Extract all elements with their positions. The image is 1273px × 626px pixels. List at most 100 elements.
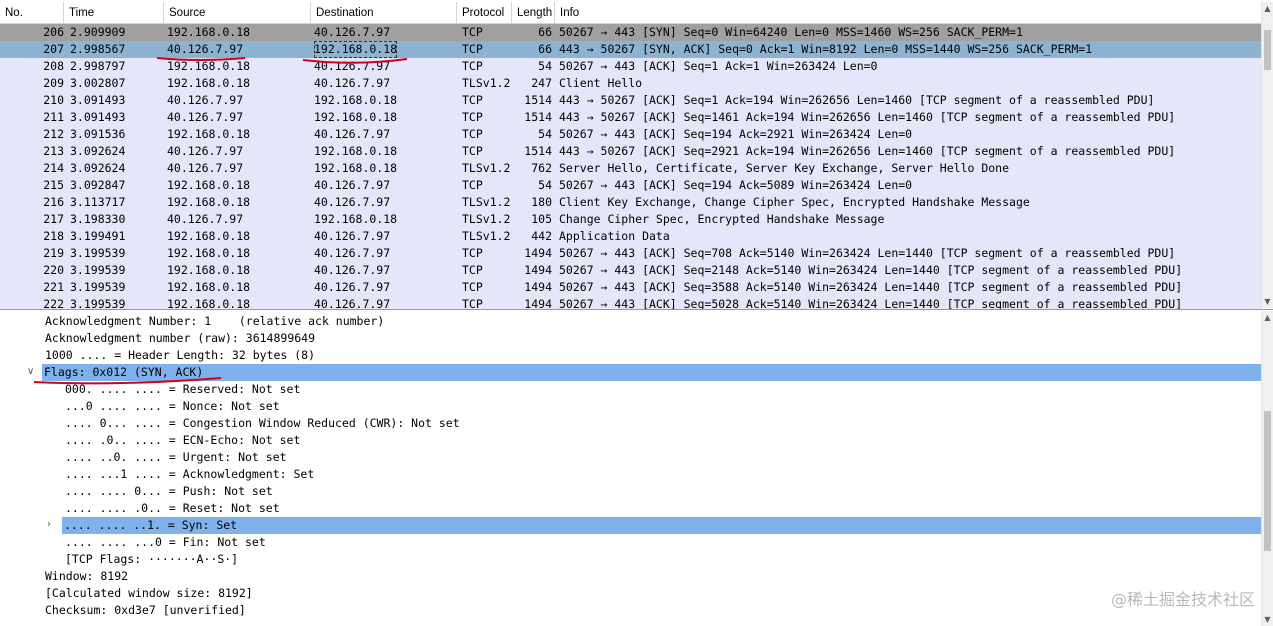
detail-line-text: 000. .... .... = Reserved: Not set xyxy=(65,382,301,396)
detail-line-text: .... .0.. .... = ECN-Echo: Not set xyxy=(65,433,301,447)
collapse-chevron-right-icon[interactable]: › xyxy=(47,519,51,530)
packet-row[interactable]: 209 3.002807 192.168.0.18 40.126.7.97 TLSv1.… xyxy=(0,75,1262,92)
column-header-no[interactable]: No. xyxy=(0,2,64,23)
packet-detail-pane[interactable]: Acknowledgment Number: 1 (relative ack n… xyxy=(0,311,1273,626)
packet-no: 210 xyxy=(43,93,64,107)
detail-line-text: .... .... ..1. = Syn: Set xyxy=(64,518,238,532)
scroll-down-arrow-icon[interactable]: ▼ xyxy=(1263,615,1272,624)
packet-list-scrollbar[interactable]: ▲ ▼ xyxy=(1261,2,1273,308)
packet-length: 66 xyxy=(538,25,552,39)
detail-line[interactable]: [TCP Flags: ·······A··S·] xyxy=(63,551,238,568)
detail-line-text: [Calculated window size: 8192] xyxy=(45,586,253,600)
column-header-source[interactable]: Source xyxy=(164,2,311,23)
packet-time: 3.199491 xyxy=(70,229,126,243)
packet-row[interactable]: 211 3.091493 40.126.7.97 192.168.0.18 TCP 151… xyxy=(0,109,1262,126)
detail-line[interactable]: Acknowledgment Number: 1 (relative ack n… xyxy=(43,313,384,330)
packet-destination: 192.168.0.18 xyxy=(314,41,398,58)
packet-row[interactable]: 221 3.199539 192.168.0.18 40.126.7.97 TCP 149… xyxy=(0,279,1262,296)
detail-line[interactable]: .... .0.. .... = ECN-Echo: Not set xyxy=(63,432,300,449)
packet-source: 192.168.0.18 xyxy=(167,59,251,73)
scroll-thumb[interactable] xyxy=(1264,30,1271,70)
packet-no: 212 xyxy=(43,127,64,141)
detail-line-text: 1000 .... = Header Length: 32 bytes (8) xyxy=(45,348,316,362)
column-header-protocol[interactable]: Protocol xyxy=(457,2,512,23)
packet-protocol: TLSv1.2 xyxy=(462,161,511,175)
detail-line[interactable]: .... .... ..1. = Syn: Set xyxy=(62,517,1261,534)
scroll-up-arrow-icon[interactable]: ▲ xyxy=(1263,313,1272,322)
packet-info: 50267 → 443 [ACK] Seq=5028 Ack=5140 Win=… xyxy=(559,297,1183,310)
detail-line[interactable]: .... ..0. .... = Urgent: Not set xyxy=(63,449,287,466)
packet-time: 3.199539 xyxy=(70,263,126,277)
packet-source: 192.168.0.18 xyxy=(167,280,251,294)
packet-row[interactable]: 210 3.091493 40.126.7.97 192.168.0.18 TCP 151… xyxy=(0,92,1262,109)
packet-source: 40.126.7.97 xyxy=(167,161,244,175)
detail-line[interactable]: 000. .... .... = Reserved: Not set xyxy=(63,381,300,398)
packet-destination: 40.126.7.97 xyxy=(314,178,391,192)
packet-no: 217 xyxy=(43,212,64,226)
detail-line[interactable]: .... .... .0.. = Reset: Not set xyxy=(63,500,280,517)
packet-row[interactable]: 212 3.091536 192.168.0.18 40.126.7.97 TCP 54 5… xyxy=(0,126,1262,143)
detail-line[interactable]: ...0 .... .... = Nonce: Not set xyxy=(63,398,280,415)
packet-length: 54 xyxy=(538,59,552,73)
column-header-info[interactable]: Info xyxy=(555,2,1262,23)
packet-row[interactable]: 213 3.092624 40.126.7.97 192.168.0.18 TCP 151… xyxy=(0,143,1262,160)
detail-line[interactable]: .... ...1 .... = Acknowledgment: Set xyxy=(63,466,314,483)
packet-destination: 40.126.7.97 xyxy=(314,246,391,260)
detail-line[interactable]: .... 0... .... = Congestion Window Reduc… xyxy=(63,415,460,432)
packet-destination: 40.126.7.97 xyxy=(314,76,391,90)
column-header-destination[interactable]: Destination xyxy=(311,2,457,23)
packet-length: 1494 xyxy=(524,246,552,260)
packet-list[interactable]: No. Time Source Destination Protocol Len… xyxy=(0,0,1273,310)
packet-row[interactable]: 218 3.199491 192.168.0.18 40.126.7.97 TLSv1.… xyxy=(0,228,1262,245)
scroll-up-arrow-icon[interactable]: ▲ xyxy=(1263,4,1272,13)
packet-protocol: TLSv1.2 xyxy=(462,212,511,226)
packet-row[interactable]: 207 2.998567 40.126.7.97 192.168.0.18 TCP 66 4… xyxy=(0,41,1262,58)
packet-destination: 40.126.7.97 xyxy=(314,59,391,73)
packet-info: 50267 → 443 [ACK] Seq=194 Ack=5089 Win=2… xyxy=(559,178,913,192)
watermark: @稀土掘金技术社区 xyxy=(1110,590,1255,609)
packet-source: 192.168.0.18 xyxy=(167,229,251,243)
packet-no: 216 xyxy=(43,195,64,209)
packet-no: 215 xyxy=(43,178,64,192)
packet-length: 1494 xyxy=(524,280,552,294)
tcp-flags-node[interactable]: Flags: 0x012 (SYN, ACK) xyxy=(42,364,1261,381)
packet-protocol: TCP xyxy=(462,263,483,277)
detail-line[interactable]: Window: 8192 xyxy=(43,568,128,585)
detail-line[interactable]: 1000 .... = Header Length: 32 bytes (8) xyxy=(43,347,315,364)
packet-source: 192.168.0.18 xyxy=(167,195,251,209)
scroll-down-arrow-icon[interactable]: ▼ xyxy=(1263,297,1272,306)
packet-length: 762 xyxy=(531,161,552,175)
packet-destination: 192.168.0.18 xyxy=(314,161,398,175)
column-header-time[interactable]: Time xyxy=(64,2,164,23)
packet-time: 3.092624 xyxy=(70,161,126,175)
packet-no: 209 xyxy=(43,76,64,90)
detail-scrollbar[interactable]: ▲ ▼ xyxy=(1261,311,1273,626)
packet-row[interactable]: 215 3.092847 192.168.0.18 40.126.7.97 TCP 54 5… xyxy=(0,177,1262,194)
expand-chevron-down-icon[interactable]: ∨ xyxy=(27,366,34,377)
packet-no: 221 xyxy=(43,280,64,294)
packet-length: 105 xyxy=(531,212,552,226)
packet-row[interactable]: 222 3.199539 192.168.0.18 40.126.7.97 TCP 149… xyxy=(0,296,1262,310)
packet-length: 54 xyxy=(538,178,552,192)
packet-row[interactable]: 219 3.199539 192.168.0.18 40.126.7.97 TCP 149… xyxy=(0,245,1262,262)
detail-line[interactable]: .... .... 0... = Push: Not set xyxy=(63,483,273,500)
packet-time: 3.113717 xyxy=(70,195,126,209)
packet-row[interactable]: 214 3.092624 40.126.7.97 192.168.0.18 TLSv1.… xyxy=(0,160,1262,177)
packet-row[interactable]: 206 2.909909 192.168.0.18 40.126.7.97 TCP 66 5… xyxy=(0,24,1262,41)
scroll-thumb[interactable] xyxy=(1264,411,1271,551)
packet-length: 1514 xyxy=(524,93,552,107)
detail-line[interactable]: Acknowledgment number (raw): 3614899649 xyxy=(43,330,315,347)
packet-row[interactable]: 220 3.199539 192.168.0.18 40.126.7.97 TCP 149… xyxy=(0,262,1262,279)
packet-length: 54 xyxy=(538,127,552,141)
packet-info: Change Cipher Spec, Encrypted Handshake … xyxy=(559,212,885,226)
column-header-length[interactable]: Length xyxy=(512,2,555,23)
detail-line[interactable]: .... .... ...0 = Fin: Not set xyxy=(63,534,266,551)
packet-info: 50267 → 443 [ACK] Seq=3588 Ack=5140 Win=… xyxy=(559,280,1183,294)
detail-line[interactable]: [Calculated window size: 8192] xyxy=(43,585,253,602)
packet-row[interactable]: 216 3.113717 192.168.0.18 40.126.7.97 TLSv1.… xyxy=(0,194,1262,211)
packet-row[interactable]: 217 3.198330 40.126.7.97 192.168.0.18 TLSv1.… xyxy=(0,211,1262,228)
detail-line[interactable]: Checksum: 0xd3e7 [unverified] xyxy=(43,602,246,619)
packet-no: 219 xyxy=(43,246,64,260)
packet-row[interactable]: 208 2.998797 192.168.0.18 40.126.7.97 TCP 54 5… xyxy=(0,58,1262,75)
packet-protocol: TCP xyxy=(462,59,483,73)
